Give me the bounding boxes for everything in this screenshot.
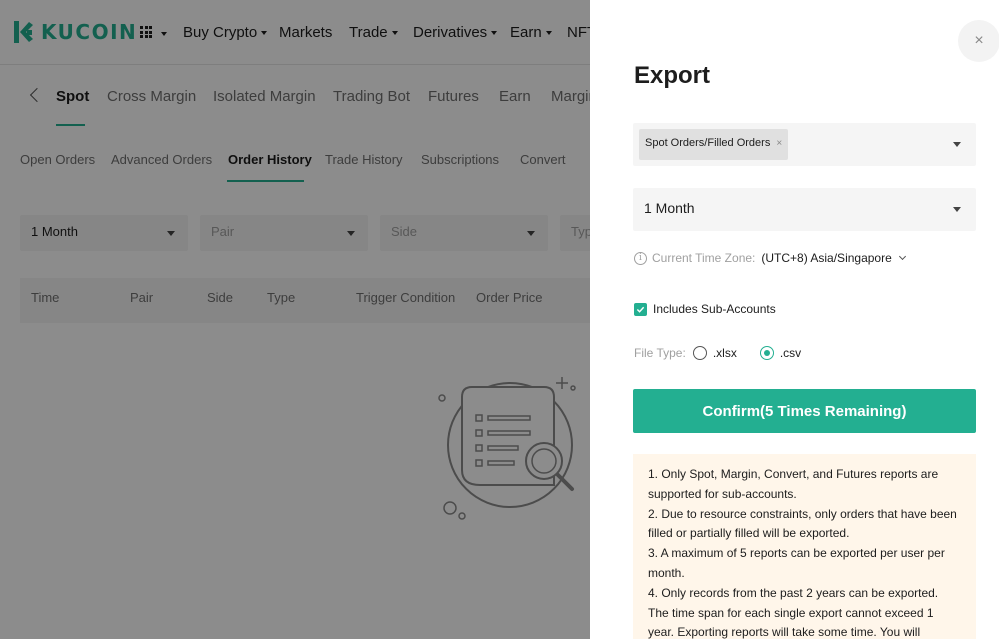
info-icon: i: [634, 251, 647, 265]
drawer-title: Export: [634, 62, 711, 89]
file-type-label: File Type:: [634, 346, 686, 360]
close-button[interactable]: ×: [958, 20, 999, 62]
tag-label: Spot Orders/Filled Orders: [645, 137, 771, 149]
radio-csv[interactable]: [759, 346, 774, 360]
export-drawer: × Export Spot Orders/Filled Orders × 1 Mo…: [590, 0, 999, 639]
report-type-tag: Spot Orders/Filled Orders ×: [639, 129, 789, 160]
timezone-value: (UTC+8) Asia/Singapore: [761, 251, 892, 265]
notice-item: 1. Only Spot, Margin, Convert, and Futur…: [648, 467, 939, 501]
subaccounts-checkbox[interactable]: Includes Sub-Accounts: [634, 302, 776, 316]
close-icon: ×: [974, 32, 984, 49]
notice-item: 3. A maximum of 5 reports can be exporte…: [648, 546, 945, 580]
radio-xlsx-label[interactable]: .xlsx: [713, 346, 737, 360]
file-type-row: File Type: .xlsx .csv: [634, 346, 824, 360]
report-type-select[interactable]: Spot Orders/Filled Orders ×: [633, 123, 976, 166]
timezone-row: i Current Time Zone: (UTC+8) Asia/Singap…: [634, 251, 906, 265]
export-period-select[interactable]: 1 Month: [633, 188, 976, 231]
timezone-select[interactable]: (UTC+8) Asia/Singapore: [761, 251, 906, 265]
notice-item: 2. Due to resource constraints, only ord…: [648, 506, 957, 541]
period-value: 1 Month: [644, 200, 695, 216]
timezone-label: Current Time Zone:: [652, 251, 756, 265]
confirm-export-button[interactable]: Confirm(5 Times Remaining): [633, 389, 976, 433]
radio-csv-label[interactable]: .csv: [780, 346, 801, 360]
notice-item: 4. Only records from the past 2 years ca…: [648, 585, 939, 639]
checkbox-checked-icon[interactable]: [634, 302, 647, 316]
radio-xlsx[interactable]: [692, 346, 707, 360]
subaccounts-label: Includes Sub-Accounts: [653, 302, 776, 316]
export-notice: 1. Only Spot, Margin, Convert, and Futur…: [633, 454, 976, 639]
caret-down-icon: [953, 142, 961, 147]
caret-down-icon: [953, 207, 961, 212]
chevron-down-icon: [898, 252, 906, 261]
tag-remove-icon[interactable]: ×: [776, 138, 782, 149]
